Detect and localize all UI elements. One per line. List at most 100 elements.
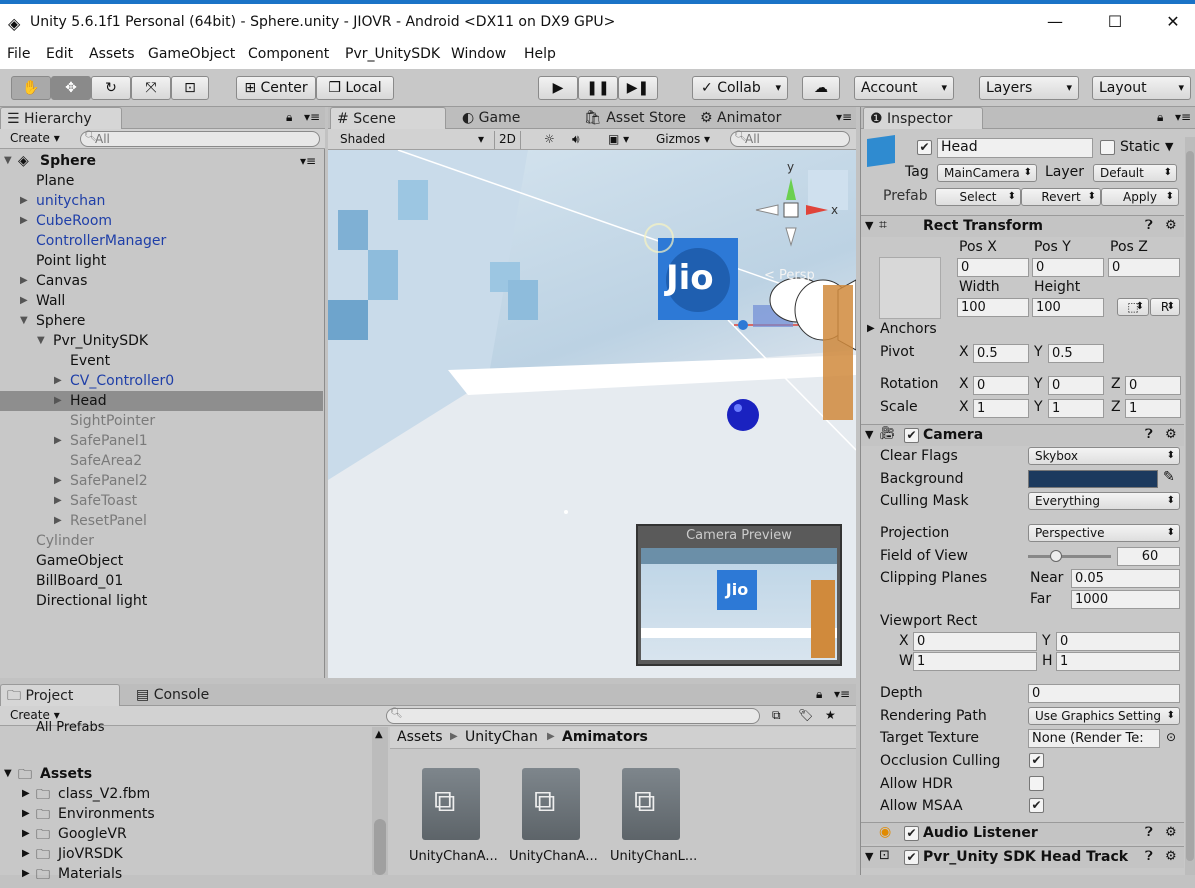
occlusion-culling-checkbox[interactable]: ✔ <box>1029 753 1044 768</box>
projection-dropdown[interactable]: Perspective <box>1028 524 1180 542</box>
pos-y-field[interactable]: 0 <box>1032 258 1104 277</box>
pos-x-field[interactable]: 0 <box>957 258 1029 277</box>
close-button[interactable]: ✕ <box>1158 12 1188 31</box>
cloud-button[interactable]: ☁ <box>802 76 840 100</box>
viewport-y-field[interactable]: 0 <box>1056 632 1180 651</box>
collapse-arrow-icon[interactable]: ▶ <box>22 788 30 799</box>
inspector-scrollbar[interactable] <box>1185 137 1195 875</box>
gear-icon[interactable]: ⚙ <box>1165 825 1177 840</box>
raw-edit-button[interactable]: R <box>1150 298 1180 316</box>
collapse-arrow-icon[interactable]: ▶ <box>20 291 28 311</box>
gear-icon[interactable]: ⚙ <box>1165 849 1177 864</box>
filter-type-icon[interactable]: ⧉ <box>772 708 781 723</box>
hierarchy-item[interactable]: ▶ Canvas <box>0 271 323 291</box>
project-search-input[interactable] <box>386 708 760 724</box>
allow-hdr-checkbox[interactable] <box>1029 776 1044 791</box>
far-field[interactable]: 1000 <box>1071 590 1180 609</box>
pause-button[interactable]: ❚❚ <box>578 76 618 100</box>
pivot-y-field[interactable]: 0.5 <box>1048 344 1104 363</box>
viewport-w-field[interactable]: 1 <box>913 652 1037 671</box>
hierarchy-item[interactable]: Cylinder <box>0 531 323 551</box>
audio-listener-checkbox[interactable]: ✔ <box>904 826 919 841</box>
culling-mask-dropdown[interactable]: Everything <box>1028 492 1180 510</box>
hierarchy-item[interactable]: Plane <box>0 171 323 191</box>
gear-icon[interactable]: ⚙ <box>1165 427 1177 442</box>
scale-z-field[interactable]: 1 <box>1125 399 1181 418</box>
step-button[interactable]: ▶❚ <box>618 76 658 100</box>
allow-msaa-checkbox[interactable]: ✔ <box>1029 798 1044 813</box>
layout-dropdown[interactable]: Layout <box>1092 76 1191 100</box>
pivot-center-button[interactable]: ⊞ Center <box>236 76 316 100</box>
menu-gameobject[interactable]: GameObject <box>148 46 235 62</box>
prefab-select-button[interactable]: Select <box>935 188 1021 206</box>
mode-2d-toggle[interactable]: 2D <box>494 131 521 149</box>
camera-header[interactable]: ▼ 🎥︎ ✔ Camera ❓︎ ⚙ <box>861 424 1184 446</box>
hand-tool-button[interactable]: ✋ <box>11 76 51 100</box>
scene-viewport[interactable]: Jio y x < Persp Camera Preview Jio <box>328 150 856 678</box>
panel-menu-icon[interactable]: ▾≡ <box>836 110 852 124</box>
hierarchy-item[interactable]: Event <box>0 351 323 371</box>
tab-inspector[interactable]: ❶ Inspector <box>863 107 983 129</box>
hierarchy-search-input[interactable]: All <box>80 131 320 147</box>
prefab-revert-button[interactable]: Revert <box>1021 188 1101 206</box>
asset-folder[interactable]: JioVRSDK <box>58 846 123 862</box>
scrollbar-thumb[interactable] <box>1186 151 1194 861</box>
tag-dropdown[interactable]: MainCamera <box>937 164 1037 182</box>
audio-toggle[interactable]: 🔊︎ <box>568 131 584 149</box>
lock-icon[interactable]: 🔒︎ <box>286 110 292 125</box>
asset-folder[interactable]: Environments <box>58 806 155 822</box>
lock-icon[interactable]: 🔒︎ <box>816 687 822 702</box>
expand-arrow-icon[interactable]: ▼ <box>20 311 28 331</box>
account-dropdown[interactable]: Account <box>854 76 954 100</box>
height-field[interactable]: 100 <box>1032 298 1104 317</box>
effects-dropdown[interactable]: ▣ ▾ <box>604 131 633 149</box>
move-tool-button[interactable]: ✥ <box>51 76 91 100</box>
hierarchy-item[interactable]: ▶ unitychan <box>0 191 323 211</box>
blueprint-mode-button[interactable]: ⬚ <box>1117 298 1149 316</box>
animator-controller-asset[interactable]: ⧉ <box>522 768 580 840</box>
static-dropdown-icon[interactable]: ▼ <box>1165 140 1173 153</box>
object-picker-icon[interactable]: ⊙ <box>1166 730 1176 744</box>
hierarchy-item[interactable]: ControllerManager <box>0 231 323 251</box>
animator-controller-asset[interactable]: ⧉ <box>422 768 480 840</box>
hierarchy-item[interactable]: ▼ Pvr_UnitySDK <box>0 331 323 351</box>
hierarchy-item[interactable]: ▶ CubeRoom <box>0 211 323 231</box>
rect-tool-button[interactable]: ⊡ <box>171 76 209 100</box>
camera-enabled-checkbox[interactable]: ✔ <box>904 428 919 443</box>
asset-folder[interactable]: class_V2.fbm <box>58 786 150 802</box>
fov-slider-track[interactable] <box>1028 555 1111 558</box>
tab-hierarchy[interactable]: ☰ Hierarchy <box>0 107 122 129</box>
eyedropper-icon[interactable]: ✎ <box>1163 469 1175 485</box>
tab-scene[interactable]: # Scene <box>330 107 446 129</box>
menu-file[interactable]: File <box>7 46 30 62</box>
pivot-x-field[interactable]: 0.5 <box>973 344 1029 363</box>
static-checkbox[interactable] <box>1100 140 1115 155</box>
rotation-z-field[interactable]: 0 <box>1125 376 1181 395</box>
depth-field[interactable]: 0 <box>1028 684 1180 703</box>
target-texture-field[interactable]: None (Render Te: <box>1028 729 1160 748</box>
layer-dropdown[interactable]: Default <box>1093 164 1177 182</box>
scene-search-input[interactable]: All <box>730 131 850 147</box>
lock-icon[interactable]: 🔒︎ <box>1157 110 1163 125</box>
tab-game[interactable]: ◐ Game <box>456 107 526 129</box>
width-field[interactable]: 100 <box>957 298 1029 317</box>
help-icon[interactable]: ❓︎ <box>1145 825 1153 840</box>
breadcrumb-assets[interactable]: Assets <box>397 729 443 745</box>
tag-icon[interactable]: 🏷︎ <box>798 708 813 722</box>
play-button[interactable]: ▶ <box>538 76 578 100</box>
asset-folder[interactable]: Materials <box>58 866 122 882</box>
collapse-arrow-icon[interactable]: ▶ <box>20 271 28 291</box>
shading-dropdown[interactable]: Shaded ▾ <box>336 131 486 149</box>
hierarchy-item[interactable]: ▶ SafeToast <box>0 491 323 511</box>
rotate-tool-button[interactable]: ↻ <box>91 76 131 100</box>
fov-field[interactable]: 60 <box>1117 547 1180 566</box>
rect-transform-header[interactable]: ▼ ⌗ Rect Transform ❓︎ ⚙ <box>861 215 1184 237</box>
scene-menu-icon[interactable]: ▾≡ <box>300 151 316 171</box>
pvr-head-track-header[interactable]: ▼ ⊡ ✔ Pvr_Unity SDK Head Track ❓︎ ⚙ <box>861 846 1184 868</box>
scene-root[interactable]: ▼ ◈ Sphere ▾≡ <box>0 151 323 171</box>
star-icon[interactable]: ★ <box>825 708 836 722</box>
gizmos-dropdown[interactable]: Gizmos ▾ <box>652 131 714 149</box>
hierarchy-item[interactable]: BillBoard_01 <box>0 571 323 591</box>
hierarchy-item[interactable]: GameObject <box>0 551 323 571</box>
scale-x-field[interactable]: 1 <box>973 399 1029 418</box>
